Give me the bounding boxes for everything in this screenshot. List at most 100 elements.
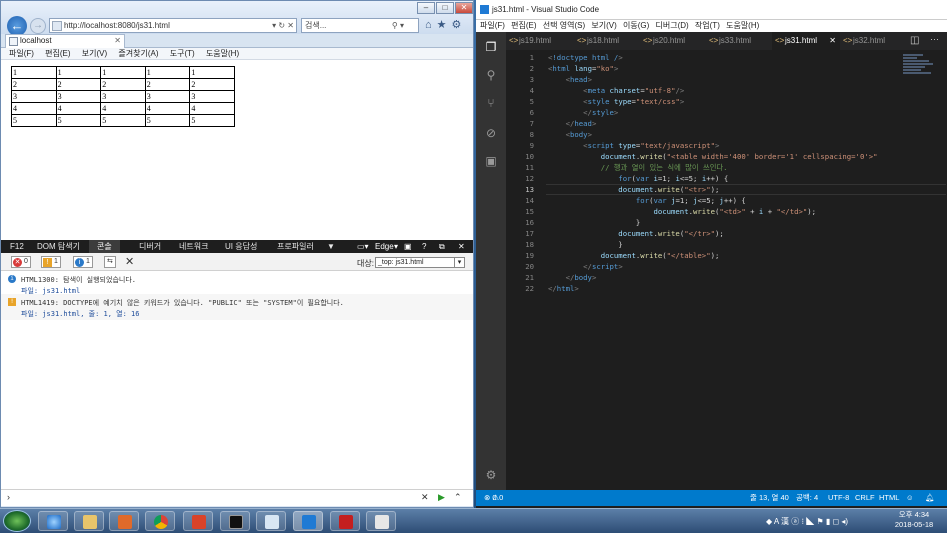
more-tabs-icon[interactable]: ▼ [327,240,335,253]
code-editor[interactable]: 1 2 3 4 5 6 7 8 9 10 11 12 13 14 15 16 1… [506,50,947,490]
menu-view[interactable]: 보기(V) [82,49,107,58]
menu-file[interactable]: 파일(F) [9,49,34,58]
clear-input-icon[interactable]: ✕ [421,492,429,503]
editor-tab[interactable]: <> js19.html [506,32,574,50]
editor-tab[interactable]: <> js33.html [706,32,772,50]
vs-menu-tasks[interactable]: 작업(T) [695,21,720,30]
bell-icon[interactable]: 🔔︎ [925,490,935,506]
error-filter-button[interactable]: ✕ 0 [11,256,31,268]
editor-tab[interactable]: <> js32.html [840,32,906,50]
close-button[interactable]: ✕ [455,2,473,14]
forward-button[interactable]: → [30,18,46,34]
console-input[interactable]: › ✕ ▶ ⌃ [1,489,473,506]
preserve-log-button[interactable]: ⇆ [104,256,116,268]
ie-tab[interactable]: localhost ✕ [5,34,125,48]
table-cell: 2 [100,78,146,91]
back-button[interactable]: ← [7,16,27,36]
close-tab-icon[interactable]: ✕ [829,32,836,50]
vs-menu-edit[interactable]: 편집(E) [511,21,536,30]
code-line: <script type="text/javascript"> [583,141,720,150]
help-icon[interactable]: ? [422,240,426,253]
vs-menu-debug[interactable]: 디버그(D) [656,21,689,30]
run-icon[interactable]: ▶ [438,492,445,503]
menu-favorites[interactable]: 즐겨찾기(A) [118,49,158,58]
menu-edit[interactable]: 편집(E) [45,49,70,58]
taskbar-acrobat[interactable] [330,511,360,531]
editor-tab[interactable]: <> js20.html [640,32,706,50]
devtools-close-icon[interactable]: ✕ [458,240,465,253]
error-count: 0 [492,493,497,502]
search-icon[interactable]: ⚲ ▾ [392,19,404,32]
expand-icon[interactable]: ⌃ [454,492,462,503]
taskbar-cmd[interactable] [220,511,250,531]
tab-network[interactable]: 네트워크 [179,240,208,253]
line-endings[interactable]: CRLF [855,490,875,506]
debug-icon[interactable]: ⊘ [484,126,498,140]
message-source-link[interactable]: 파일: js31.html [21,286,80,296]
info-filter-button[interactable]: i1 [73,256,93,268]
problems-indicator[interactable]: ⊗ 0 ⚠ 0 [484,490,503,506]
tab-debugger[interactable]: 디버거 [139,240,161,253]
mode-dropdown-icon[interactable]: ▾ [394,240,398,253]
warning-filter-button[interactable]: ! 1 [41,256,61,268]
code-line: for(var j=1; j<=5; j++) { [635,196,746,205]
line-number: 3 [529,75,534,84]
taskbar-media[interactable] [109,511,139,531]
taskbar-vscode[interactable] [293,511,323,531]
search-box[interactable]: 검색... ⚲ ▾ [301,18,419,33]
start-button[interactable] [3,510,31,532]
cursor-position[interactable]: 줄 13, 열 40 [750,490,789,506]
table-cell: 2 [55,78,102,91]
table-cell: 2 [11,78,57,91]
menu-help[interactable]: 도움말(H) [206,49,239,58]
system-tray[interactable]: ◆ A 漢 ⓐ ⁝ ◣ ⚑ ▮ ◻ ◂) [766,512,896,532]
tab-console[interactable]: 콘솔 [89,240,120,253]
indentation[interactable]: 공백: 4 [796,490,818,506]
minimize-button[interactable]: – [417,2,435,14]
console-toggle-icon[interactable]: ▣ [404,240,412,253]
document-mode[interactable]: Edge [375,240,394,253]
taskbar-chrome[interactable] [145,511,175,531]
editor-tab[interactable]: <> js18.html [574,32,640,50]
search-icon[interactable]: ⚲ [484,68,498,82]
feedback-icon[interactable]: ☺ [906,490,914,506]
ie-toolbar-icons[interactable]: ⌂★⚙ [425,17,473,33]
taskbar-app[interactable] [183,511,213,531]
tab-ui-responsiveness[interactable]: UI 응답성 [225,240,257,253]
taskbar-explorer[interactable] [74,511,104,531]
message-source-link[interactable]: 파일: js31.html, 줄: 1, 열: 16 [21,309,139,319]
code-line: <body> [565,130,592,139]
tab-dom-explorer[interactable]: DOM 탐색기 [37,240,80,253]
minimap[interactable] [903,54,939,84]
undock-icon[interactable]: ⧉ [439,240,445,253]
tab-profiler[interactable]: 프로파일러 [277,240,314,253]
vs-menu-file[interactable]: 파일(F) [480,21,505,30]
split-editor-icon[interactable]: ◫ [910,35,919,46]
code-line: </html> [548,284,579,293]
clear-console-icon[interactable]: ✕ [125,255,134,268]
target-select[interactable]: _top: js31.html ▾ [375,257,465,268]
vs-menu-go[interactable]: 이동(G) [623,21,649,30]
message-text: HTML1300: 탐색이 실행되었습니다. [21,276,136,284]
maximize-button[interactable]: □ [436,2,454,14]
taskbar-java[interactable] [256,511,286,531]
vs-menu-view[interactable]: 보기(V) [591,21,616,30]
menu-tools[interactable]: 도구(T) [170,49,195,58]
source-control-icon[interactable]: ⑂ [484,96,498,110]
settings-gear-icon[interactable]: ⚙ [484,468,498,482]
editor-tab-active[interactable]: <> js31.html ✕ [772,32,840,50]
vs-menu-selection[interactable]: 선택 영역(S) [543,21,585,30]
extensions-icon[interactable]: ▣ [484,154,498,168]
encoding[interactable]: UTF-8 [828,490,849,506]
refresh-icon[interactable]: ▾ ↻ ✕ [272,19,294,32]
taskbar-snipping[interactable] [366,511,396,531]
language-mode[interactable]: HTML [879,490,899,506]
close-tab-icon[interactable]: ✕ [114,35,121,47]
emulation-icon[interactable]: ▭▾ [357,240,369,253]
vs-menu-help[interactable]: 도움말(H) [726,21,759,30]
explorer-icon[interactable]: ❐ [484,40,498,54]
clock[interactable]: 오후 4:34 2018-05-18 [892,510,936,530]
taskbar-ie[interactable] [38,511,68,531]
address-bar[interactable]: http://localhost:8080/js31.html ▾ ↻ ✕ [49,18,297,33]
more-actions-icon[interactable]: ··· [930,34,939,44]
